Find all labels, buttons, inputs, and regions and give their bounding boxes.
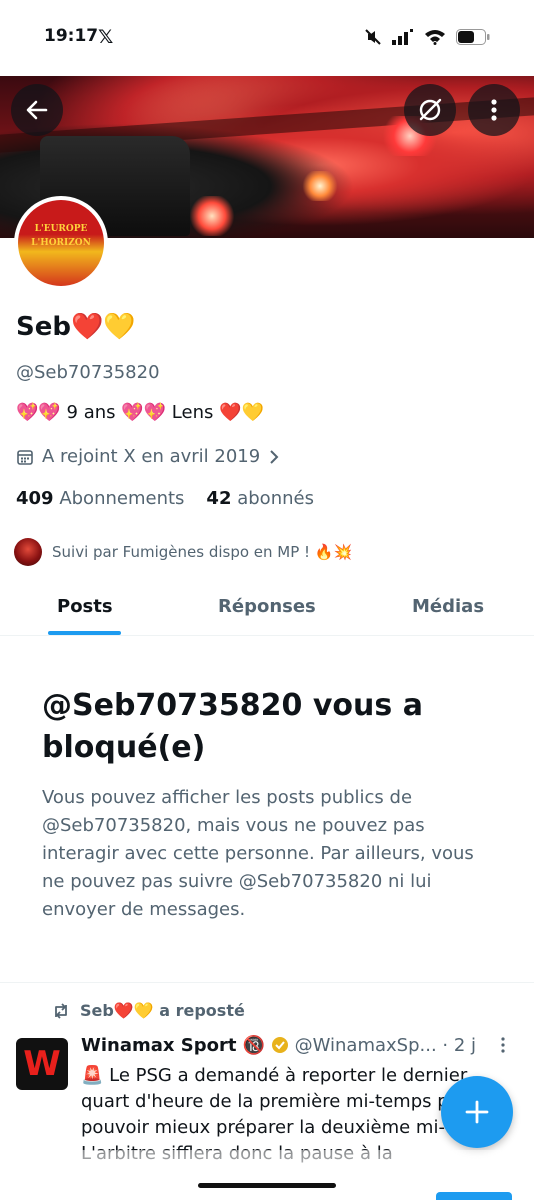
tab-replies[interactable]: Réponses bbox=[218, 596, 316, 617]
more-vertical-icon bbox=[491, 99, 497, 121]
profile-handle: @Seb70735820 bbox=[16, 362, 160, 383]
repost-text: Seb❤️💛 a reposté bbox=[80, 1001, 245, 1020]
status-icons bbox=[364, 28, 490, 46]
followed-by[interactable]: Suivi par Fumigènes dispo en MP ! 🔥💥 bbox=[14, 538, 352, 566]
following-label: Abonnements bbox=[59, 488, 185, 509]
bottom-nav-hint bbox=[436, 1192, 512, 1200]
tweet-author-handle[interactable]: @WinamaxSp... bbox=[295, 1035, 437, 1056]
banner-flare bbox=[300, 171, 340, 201]
mute-icon bbox=[365, 29, 381, 45]
home-indicator[interactable] bbox=[198, 1183, 336, 1188]
profile-bio: 💖💖 9 ans 💖💖 Lens ❤️💛 bbox=[16, 402, 264, 423]
tweet-header: Winamax Sport 🔞 @WinamaxSp... · 2 j bbox=[81, 1035, 521, 1056]
blocked-title: @Seb70735820 vous a bloqué(e) bbox=[42, 688, 423, 765]
verified-badge-icon bbox=[271, 1037, 288, 1053]
arrow-left-icon bbox=[26, 100, 48, 120]
follow-counts: 409 Abonnements 42 abonnés bbox=[16, 488, 314, 509]
grok-button[interactable] bbox=[404, 84, 456, 136]
wifi-icon bbox=[425, 30, 445, 45]
winamax-logo: W bbox=[23, 1044, 61, 1084]
calendar-icon bbox=[17, 449, 33, 465]
avatar-text: L'EUROPE bbox=[34, 224, 88, 234]
tab-media[interactable]: Médias bbox=[412, 596, 484, 617]
profile-avatar[interactable]: L'EUROPE L'HORIZON bbox=[14, 196, 108, 290]
more-vertical-icon bbox=[501, 1037, 505, 1053]
chevron-right-icon bbox=[270, 449, 279, 464]
grok-icon bbox=[419, 98, 442, 121]
joined-text: A rejoint X en avril 2019 bbox=[42, 446, 261, 467]
profile-name: Seb❤️💛 bbox=[16, 312, 136, 342]
signal-icon bbox=[392, 29, 413, 45]
tweet-author-name[interactable]: Winamax Sport 🔞 bbox=[81, 1035, 265, 1056]
followers-count: 42 bbox=[206, 488, 232, 509]
battery-icon bbox=[456, 29, 490, 45]
status-bar: 19:17 𝕏 bbox=[0, 0, 534, 76]
joined-date[interactable]: A rejoint X en avril 2019 bbox=[16, 446, 280, 467]
following-link[interactable]: 409 Abonnements bbox=[16, 488, 184, 509]
followers-label: abonnés bbox=[237, 488, 314, 509]
more-options-button[interactable] bbox=[468, 84, 520, 136]
status-time: 19:17 bbox=[44, 26, 99, 46]
tweet-time[interactable]: · 2 j bbox=[442, 1035, 476, 1056]
followed-by-text: Suivi par Fumigènes dispo en MP ! 🔥💥 bbox=[52, 543, 353, 561]
tab-posts[interactable]: Posts bbox=[57, 596, 113, 617]
active-tab-indicator bbox=[48, 631, 121, 635]
following-count: 409 bbox=[16, 488, 54, 509]
tweet-author-avatar[interactable]: W bbox=[16, 1038, 68, 1090]
divider bbox=[0, 982, 534, 983]
x-app-icon: 𝕏 bbox=[98, 26, 114, 48]
avatar-text: L'HORIZON bbox=[31, 238, 91, 248]
banner-flare bbox=[190, 196, 234, 236]
plus-icon bbox=[465, 1100, 489, 1124]
avatar-image: L'EUROPE L'HORIZON bbox=[18, 200, 104, 286]
profile-tabs: Posts Réponses Médias bbox=[0, 584, 534, 636]
repost-icon bbox=[55, 1002, 67, 1019]
follower-avatar bbox=[14, 538, 42, 566]
followers-link[interactable]: 42 abonnés bbox=[206, 488, 314, 509]
blocked-body: Vous pouvez afficher les posts publics d… bbox=[42, 787, 474, 920]
repost-indicator[interactable]: Seb❤️💛 a reposté bbox=[52, 1001, 245, 1020]
back-button[interactable] bbox=[11, 84, 63, 136]
compose-button[interactable] bbox=[441, 1076, 513, 1148]
tweet-more-button[interactable] bbox=[500, 1036, 506, 1059]
